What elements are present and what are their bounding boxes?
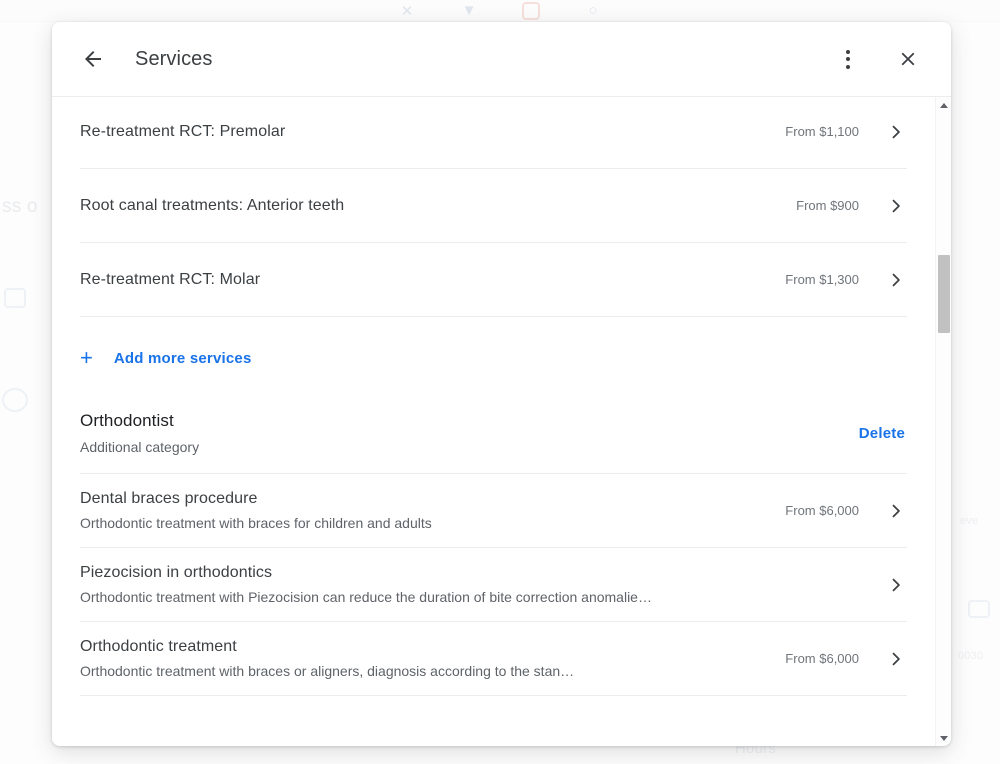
page-title: Services <box>135 48 213 71</box>
chevron-right-icon[interactable] <box>885 574 907 596</box>
dialog-body: Re-treatment RCT: Premolar From $1,100 R… <box>52 97 951 746</box>
service-texts: Orthodontic treatment Orthodontic treatm… <box>80 636 785 681</box>
service-name: Re-treatment RCT: Molar <box>80 269 769 291</box>
service-name: Re-treatment RCT: Premolar <box>80 121 769 143</box>
service-texts: Dental braces procedure Orthodontic trea… <box>80 488 785 533</box>
service-price: From $6,000 <box>785 651 859 666</box>
service-description: Orthodontic treatment with braces for ch… <box>80 513 769 533</box>
service-texts: Piezocision in orthodontics Orthodontic … <box>80 562 859 607</box>
background-toolbar: ✕ ▼ ○ <box>0 0 1000 22</box>
table-row[interactable]: Dental braces procedure Orthodontic trea… <box>80 474 907 548</box>
background-shape-1 <box>4 288 26 308</box>
close-icon <box>897 48 919 70</box>
background-text-1: ss o <box>2 196 38 218</box>
service-name: Orthodontic treatment <box>80 636 769 658</box>
table-row[interactable]: Re-treatment RCT: Molar From $1,300 <box>80 243 907 317</box>
category-texts: Orthodontist Additional category <box>80 409 859 457</box>
category-title: Orthodontist <box>80 409 859 433</box>
category-subtitle: Additional category <box>80 437 859 457</box>
category-header: Orthodontist Additional category Delete <box>80 403 907 474</box>
add-more-services-button[interactable]: + Add more services <box>80 317 252 403</box>
chevron-right-icon[interactable] <box>885 195 907 217</box>
chevron-right-icon[interactable] <box>885 121 907 143</box>
background-shape-2 <box>2 388 28 412</box>
table-row[interactable]: Orthodontic treatment Orthodontic treatm… <box>80 622 907 696</box>
vertical-scrollbar[interactable] <box>935 97 951 746</box>
service-price: From $1,300 <box>785 272 859 287</box>
search-icon-background: ○ <box>584 2 602 20</box>
services-list: Re-treatment RCT: Premolar From $1,100 R… <box>52 97 935 696</box>
scrollbar-thumb[interactable] <box>938 255 950 333</box>
service-texts: Re-treatment RCT: Molar <box>80 269 785 291</box>
table-row[interactable]: Root canal treatments: Anterior teeth Fr… <box>80 169 907 243</box>
delete-category-button[interactable]: Delete <box>859 409 905 442</box>
service-price: From $6,000 <box>785 503 859 518</box>
bookmark-icon-background: ▼ <box>460 2 478 20</box>
close-icon-background: ✕ <box>398 2 416 20</box>
triangle-down-icon <box>940 736 948 741</box>
table-row[interactable]: Piezocision in orthodontics Orthodontic … <box>80 548 907 622</box>
service-description: Orthodontic treatment with braces or ali… <box>80 661 769 681</box>
dialog-header: Services <box>52 22 951 97</box>
background-text-2: eve <box>960 515 978 527</box>
chevron-right-icon[interactable] <box>885 500 907 522</box>
service-name: Piezocision in orthodontics <box>80 562 843 584</box>
more-vertical-icon <box>846 50 850 69</box>
service-price: From $1,100 <box>785 124 859 139</box>
service-name: Root canal treatments: Anterior teeth <box>80 195 780 217</box>
arrow-left-icon <box>81 47 105 71</box>
background-text-4: 0030 <box>958 650 983 662</box>
services-scroll-area[interactable]: Re-treatment RCT: Premolar From $1,100 R… <box>52 97 935 746</box>
close-button[interactable] <box>885 36 931 82</box>
service-texts: Re-treatment RCT: Premolar <box>80 121 785 143</box>
triangle-up-icon <box>940 103 948 108</box>
chevron-right-icon[interactable] <box>885 269 907 291</box>
table-row[interactable]: Re-treatment RCT: Premolar From $1,100 <box>80 97 907 169</box>
add-more-services-label: Add more services <box>114 350 252 367</box>
scroll-up-button[interactable] <box>936 97 951 113</box>
service-price: From $900 <box>796 198 859 213</box>
plus-icon: + <box>80 347 93 369</box>
background-shape-3 <box>968 600 990 618</box>
chevron-right-icon[interactable] <box>885 648 907 670</box>
service-name: Dental braces procedure <box>80 488 769 510</box>
camera-icon-background <box>522 2 540 20</box>
scroll-down-button[interactable] <box>936 730 951 746</box>
services-dialog: Services Re-treatment <box>52 22 951 746</box>
service-description: Orthodontic treatment with Piezocision c… <box>80 587 843 607</box>
back-button[interactable] <box>70 36 116 82</box>
more-options-button[interactable] <box>825 36 871 82</box>
service-texts: Root canal treatments: Anterior teeth <box>80 195 796 217</box>
